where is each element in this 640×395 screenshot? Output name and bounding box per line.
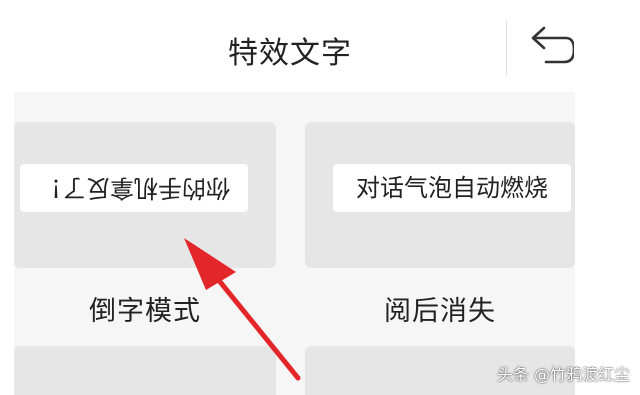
header-divider xyxy=(506,20,507,76)
card-preview-burn-after-read: 对话气泡自动燃烧 xyxy=(333,164,571,212)
page-title: 特效文字 xyxy=(228,36,352,71)
red-arrow-icon xyxy=(184,238,301,381)
screen: 特效文字 你的手机拿反了！ 倒字模式 对话气泡自动燃烧 阅后消失 头条 @竹鸦渡… xyxy=(0,0,640,395)
undo-arrow-icon xyxy=(531,26,576,64)
card-preview-upside-down: 你的手机拿反了！ xyxy=(20,164,248,212)
watermark: 头条 @竹鸦渡红尘 xyxy=(496,365,630,384)
card-label-burn-after-read: 阅后消失 xyxy=(384,296,496,327)
effect-card-burn-after-read[interactable]: 对话气泡自动燃烧 xyxy=(305,122,575,268)
top-bar: 特效文字 xyxy=(0,0,576,90)
back-button[interactable] xyxy=(520,24,576,74)
upside-down-preview-text: 你的手机拿反了！ xyxy=(38,174,230,202)
burn-preview-text: 对话气泡自动燃烧 xyxy=(356,174,548,202)
